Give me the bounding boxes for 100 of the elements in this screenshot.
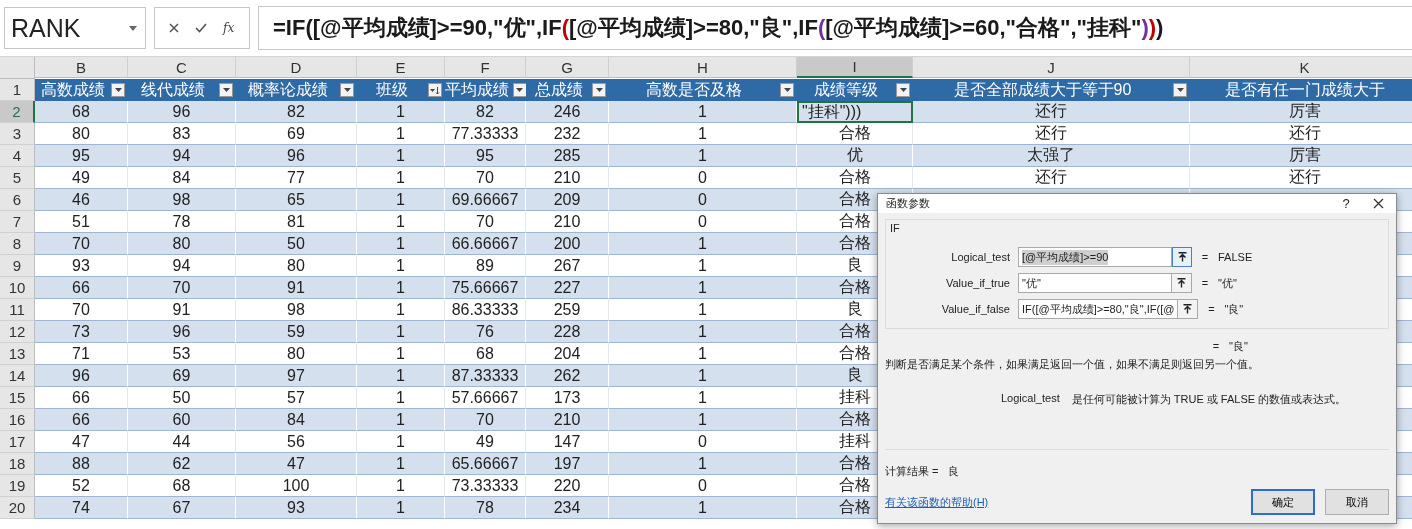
row-number[interactable]: 5 — [0, 167, 35, 189]
column-letter[interactable]: H — [609, 57, 797, 78]
dialog-button[interactable]: 确定 — [1251, 489, 1315, 515]
table-cell: 94 — [128, 145, 236, 167]
table-cell: 209 — [526, 189, 609, 211]
formula-field[interactable]: =IF([@平均成绩]>=90,"优",IF([@平均成绩]>=80,"良",IF([@平均成绩]>=60,"合格","挂科"))) — [258, 6, 1412, 50]
filter-button[interactable] — [1173, 83, 1187, 97]
row-number[interactable]: 10 — [0, 277, 35, 299]
close-icon[interactable] — [1372, 198, 1384, 209]
table-cell: 1 — [357, 365, 445, 387]
row-number[interactable]: 13 — [0, 343, 35, 365]
table-cell: 82 — [445, 101, 526, 123]
column-letter[interactable]: J — [913, 57, 1190, 78]
table-cell: 97 — [236, 365, 357, 387]
table-cell: 65.66667 — [445, 453, 526, 475]
collapse-button[interactable] — [1178, 299, 1199, 319]
table-cell: 87.33333 — [445, 365, 526, 387]
dialog-button[interactable]: 取消 — [1325, 489, 1389, 515]
enter-check-icon[interactable] — [195, 23, 207, 33]
filter-button[interactable] — [111, 83, 125, 97]
collapse-button[interactable] — [1172, 247, 1192, 267]
table-cell: 1 — [357, 497, 445, 519]
column-letter[interactable]: D — [236, 57, 357, 78]
cancel-icon[interactable] — [169, 23, 179, 33]
filter-button[interactable] — [512, 83, 526, 97]
table-cell: 70 — [445, 409, 526, 431]
row-number[interactable]: 4 — [0, 145, 35, 167]
input-field[interactable]: "优" — [1018, 273, 1172, 293]
filter-button[interactable] — [780, 83, 794, 97]
argument-result: "良" — [1224, 301, 1244, 317]
row-number[interactable]: 14 — [0, 365, 35, 387]
argument-name: Logical_test — [1001, 392, 1060, 406]
row-number[interactable]: 8 — [0, 233, 35, 255]
table-cell: 95 — [35, 145, 128, 167]
filter-button[interactable] — [896, 83, 910, 97]
insert-function-button[interactable]: fx — [223, 21, 235, 35]
table-cell: 210 — [526, 409, 609, 431]
table-cell: 75.66667 — [445, 277, 526, 299]
table-cell: 47 — [236, 453, 357, 475]
row-number[interactable]: 11 — [0, 299, 35, 321]
row-number[interactable]: 18 — [0, 453, 35, 475]
row-number[interactable]: 17 — [0, 431, 35, 453]
table-cell: 1 — [357, 233, 445, 255]
table-cell: 厉害 — [1190, 101, 1412, 123]
argument-result: FALSE — [1218, 251, 1253, 263]
row-number[interactable]: 15 — [0, 387, 35, 409]
column-letter[interactable]: K — [1190, 57, 1412, 78]
formula-result: "良" — [1229, 338, 1248, 354]
row-number[interactable]: 16 — [0, 409, 35, 431]
table-cell: 1 — [357, 277, 445, 299]
header-label: 概率论成绩 — [246, 79, 329, 100]
name-box-value: RANK — [11, 13, 81, 43]
row-number[interactable]: 20 — [0, 497, 35, 519]
table-cell: 66.66667 — [445, 233, 526, 255]
active-cell[interactable]: "挂科"))) — [797, 101, 913, 123]
table-cell: 1 — [357, 453, 445, 475]
table-cell: 74 — [35, 497, 128, 519]
row-number[interactable]: 6 — [0, 189, 35, 211]
row-number[interactable]: 19 — [0, 475, 35, 497]
row-number[interactable]: 3 — [0, 123, 35, 145]
column-letter[interactable]: C — [128, 57, 236, 78]
table-cell: 73 — [35, 321, 128, 343]
table-cell: 80 — [128, 233, 236, 255]
row-number[interactable]: 1 — [0, 79, 35, 101]
table-cell: 1 — [609, 277, 797, 299]
column-letter[interactable]: B — [35, 57, 128, 78]
header-label: 高数成绩 — [39, 79, 106, 100]
row-number[interactable]: 12 — [0, 321, 35, 343]
header-label: 班级 — [375, 79, 409, 100]
table-cell: 88 — [35, 453, 128, 475]
table-cell: 234 — [526, 497, 609, 519]
table-cell: 96 — [236, 145, 357, 167]
table-cell: 98 — [128, 189, 236, 211]
table-cell: 95 — [445, 145, 526, 167]
upload-arrow-icon — [1183, 304, 1193, 314]
filter-button[interactable] — [219, 83, 233, 97]
input-field[interactable]: [@平均成绩]>=90 — [1018, 247, 1172, 267]
table-cell: 60 — [128, 409, 236, 431]
filter-button[interactable] — [340, 83, 354, 97]
argument-result: "优" — [1218, 275, 1237, 291]
row-number[interactable]: 2 — [0, 101, 35, 123]
argument-label: Logical_test — [950, 251, 1011, 263]
table-cell: 70 — [35, 233, 128, 255]
row-number[interactable]: 7 — [0, 211, 35, 233]
filter-button[interactable] — [592, 83, 606, 97]
column-letter[interactable]: E — [357, 57, 445, 78]
column-letter[interactable]: G — [526, 57, 609, 78]
table-cell: 1 — [357, 145, 445, 167]
row-number[interactable]: 9 — [0, 255, 35, 277]
function-name: IF — [890, 222, 901, 234]
table-cell: 1 — [609, 453, 797, 475]
input-field[interactable]: IF([@平均成绩]>=80,"良",IF([@ — [1018, 299, 1179, 319]
collapse-button[interactable] — [1172, 273, 1192, 293]
dropdown-caret-icon[interactable] — [129, 25, 137, 31]
name-box[interactable]: RANK — [4, 7, 146, 49]
column-letter[interactable]: F — [445, 57, 526, 78]
help-button[interactable]: ? — [1332, 196, 1360, 211]
column-letter[interactable]: I — [797, 57, 913, 78]
table-cell: 1 — [609, 497, 797, 519]
table-cell: 84 — [236, 409, 357, 431]
